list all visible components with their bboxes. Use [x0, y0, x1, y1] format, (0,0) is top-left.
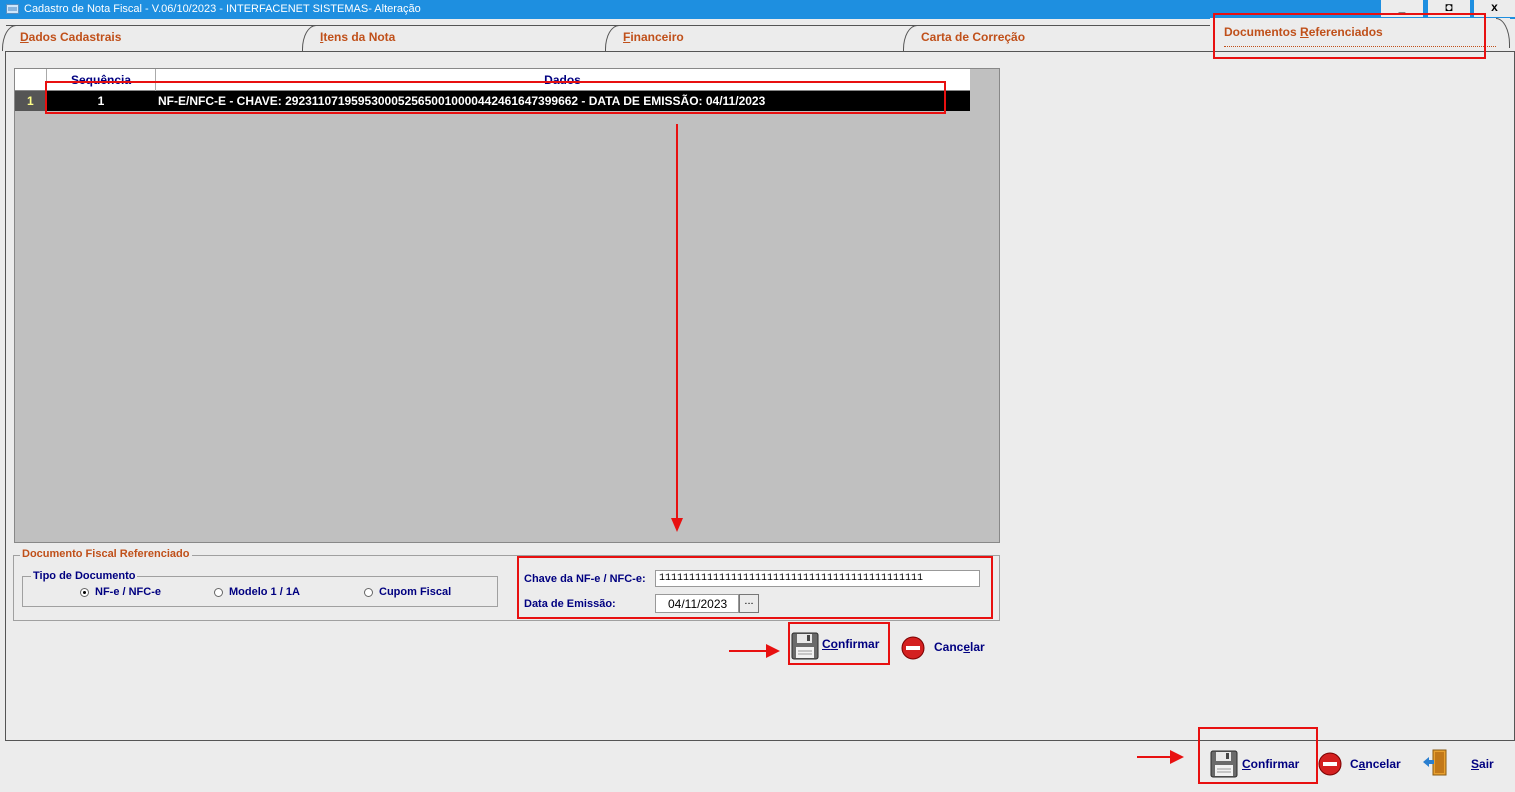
groupbox-title: Documento Fiscal Referenciado — [20, 548, 192, 560]
arrow-right-icon — [766, 644, 780, 658]
radio-dot — [80, 587, 89, 597]
tab-label: Itens da Nota — [320, 30, 396, 44]
highlight-fields-box — [517, 556, 993, 619]
tab-edge — [2, 25, 18, 51]
tab-label: Dados Cadastrais — [20, 30, 122, 44]
tab-edge — [1496, 18, 1510, 48]
tab-financeiro[interactable]: Financeiro — [605, 25, 907, 51]
cancel-button[interactable]: Cancelar — [901, 634, 993, 662]
arrow-shaft-vertical — [676, 124, 678, 520]
tab-carta-de-correcao[interactable]: Carta de Correção — [903, 25, 1210, 51]
grid-corner — [15, 69, 47, 91]
arrow-right-icon — [1170, 750, 1184, 764]
tab-dados-cadastrais[interactable]: Dados Cadastrais — [2, 25, 306, 51]
row-index: 1 — [15, 91, 47, 111]
arrow-shaft-confirm — [729, 650, 769, 652]
radio-modelo-1-1a[interactable]: Modelo 1 / 1A — [214, 586, 300, 598]
tab-label: Financeiro — [623, 30, 684, 44]
radio-dot — [364, 587, 373, 597]
highlight-grid-row-box — [45, 81, 946, 114]
exit-button[interactable]: Sair — [1421, 748, 1501, 780]
tipo-documento-title: Tipo de Documento — [31, 570, 138, 582]
tab-label: Carta de Correção — [921, 30, 1026, 44]
documents-grid[interactable]: Sequência Dados 1 1 NF-E/NFC-E - CHAVE: … — [14, 68, 1000, 543]
highlight-confirm-box — [788, 622, 890, 665]
radio-label: Cupom Fiscal — [379, 586, 452, 598]
highlight-tab-box — [1213, 13, 1486, 59]
cancel-label: Cancelar — [934, 640, 985, 654]
arrow-down-icon — [671, 518, 683, 532]
exit-label: Sair — [1471, 757, 1494, 771]
tab-itens-da-nota[interactable]: Itens da Nota — [302, 25, 609, 51]
arrow-shaft-footer-confirm — [1137, 756, 1173, 758]
no-entry-icon — [901, 636, 925, 660]
app-icon — [6, 4, 19, 14]
window-title: Cadastro de Nota Fiscal - V.06/10/2023 -… — [24, 3, 421, 15]
footer-cancel-button[interactable]: Cancelar — [1318, 752, 1410, 780]
radio-cupom-fiscal[interactable]: Cupom Fiscal — [364, 586, 451, 598]
radio-nfe[interactable]: NF-e / NFC-e — [80, 586, 161, 598]
exit-door-icon — [1423, 749, 1447, 776]
radio-dot — [214, 587, 223, 597]
radio-label: NF-e / NFC-e — [95, 586, 161, 598]
highlight-footer-confirm-box — [1198, 727, 1318, 784]
radio-label: Modelo 1 / 1A — [229, 586, 300, 598]
no-entry-icon — [1318, 752, 1342, 776]
footer-cancel-label: Cancelar — [1350, 757, 1401, 771]
